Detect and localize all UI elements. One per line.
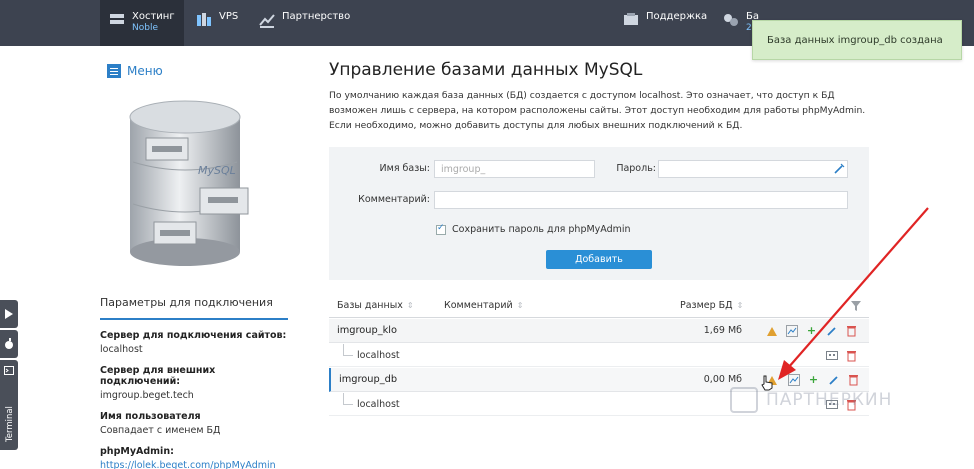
column-header-databases[interactable]: Базы данных ⇕ (337, 300, 414, 311)
site-server-value: localhost (100, 344, 143, 355)
nav-support[interactable]: Поддержка (622, 0, 707, 46)
watermark-logo-icon (730, 387, 758, 413)
column-header-size[interactable]: Размер БД ⇕ (680, 300, 743, 311)
external-server-value: imgroup.beget.tech (100, 390, 194, 401)
table-row: localhost (329, 344, 869, 367)
column-header-databases-label: Базы данных (337, 300, 403, 311)
checkbox-checked-icon (436, 223, 446, 235)
db-name-input[interactable]: imgroup_ (434, 160, 595, 178)
password-input[interactable] (658, 160, 848, 178)
page-description: По умолчанию каждая база данных (БД) соз… (329, 90, 866, 131)
svg-text:MySQL: MySQL (198, 164, 236, 177)
terminal-button[interactable]: Terminal (0, 360, 18, 450)
filter-icon[interactable] (850, 300, 862, 312)
apple-button[interactable] (0, 330, 18, 358)
nav-support-label: Поддержка (646, 11, 708, 22)
nav-hosting-label: Хостинг (132, 11, 175, 22)
nav-hosting[interactable]: Хостинг Noble (100, 0, 184, 46)
save-password-checkbox[interactable]: Сохранить пароль для phpMyAdmin (436, 223, 631, 235)
access-host: localhost (357, 350, 400, 361)
tree-connector (343, 344, 353, 356)
menu-label: Меню (127, 64, 163, 78)
add-access-icon[interactable]: + (805, 324, 818, 337)
table-header-divider (329, 317, 869, 318)
username-value: Совпадает с именем БД (100, 425, 221, 436)
sort-icon: ⇕ (406, 301, 414, 310)
db-name-label: Имя базы: (379, 163, 430, 174)
success-toast[interactable]: База данных imgroup_db создана (752, 20, 962, 60)
partnership-icon (259, 14, 275, 28)
keyboard-icon[interactable] (825, 349, 838, 362)
nav-hosting-plan: Noble (132, 23, 158, 33)
delete-icon[interactable] (845, 324, 858, 337)
mysql-database-illustration: MySQL (129, 100, 249, 266)
coins-icon (724, 14, 738, 26)
phpmyadmin-label: phpMyAdmin: (100, 446, 174, 457)
column-header-comment-label: Комментарий (444, 300, 513, 311)
table-row[interactable]: imgroup_klo 1,69 Мб + (329, 319, 869, 343)
external-server-label: Сервер для внешних подключений: (100, 365, 216, 387)
menu-button[interactable]: Меню (107, 64, 163, 78)
hosting-icon (110, 14, 124, 24)
access-host: localhost (357, 399, 400, 410)
nav-partnership[interactable]: Партнерство (258, 0, 350, 46)
terminal-icon (4, 366, 14, 375)
column-header-comment[interactable]: Комментарий ⇕ (444, 300, 523, 311)
page-title: Управление базами данных MySQL (329, 60, 643, 80)
add-button[interactable]: Добавить (546, 250, 652, 269)
support-icon (624, 13, 638, 25)
google-play-button[interactable] (0, 300, 18, 328)
google-play-icon (5, 309, 13, 319)
tree-connector (343, 393, 353, 405)
username-label: Имя пользователя (100, 411, 201, 422)
edit-icon[interactable] (825, 324, 838, 337)
comment-input[interactable] (434, 191, 848, 209)
connection-params-title: Параметры для подключения (100, 296, 288, 320)
connection-params-panel: Параметры для подключения Сервер для под… (100, 296, 288, 469)
phpmyadmin-link[interactable]: https://lolek.beget.com/phpMyAdmin (100, 460, 288, 469)
watermark: ПАРТНЕРКИН (730, 380, 970, 420)
database-name: imgroup_db (339, 374, 398, 385)
stats-icon[interactable] (785, 324, 798, 337)
sort-icon: ⇕ (736, 301, 744, 310)
nav-vps[interactable]: VPS (195, 0, 238, 46)
delete-icon[interactable] (845, 349, 858, 362)
phpmyadmin-icon[interactable] (765, 324, 778, 337)
generate-password-icon[interactable] (833, 163, 845, 175)
database-name: imgroup_klo (337, 325, 398, 336)
terminal-label: Terminal (5, 406, 15, 442)
column-header-size-label: Размер БД (680, 300, 733, 311)
sort-icon: ⇕ (516, 301, 524, 310)
side-dock: Terminal (0, 300, 20, 450)
apple-icon (5, 338, 13, 349)
vps-icon (197, 13, 211, 26)
nav-vps-label: VPS (219, 11, 239, 22)
comment-label: Комментарий: (358, 194, 430, 205)
database-size: 1,69 Мб (703, 325, 742, 336)
nav-partnership-label: Партнерство (282, 11, 351, 22)
site-server-label: Сервер для подключения сайтов: (100, 330, 287, 341)
hamburger-icon (107, 64, 121, 78)
password-label: Пароль: (616, 163, 656, 174)
watermark-text: ПАРТНЕРКИН (766, 390, 893, 410)
save-password-label: Сохранить пароль для phpMyAdmin (452, 224, 631, 235)
